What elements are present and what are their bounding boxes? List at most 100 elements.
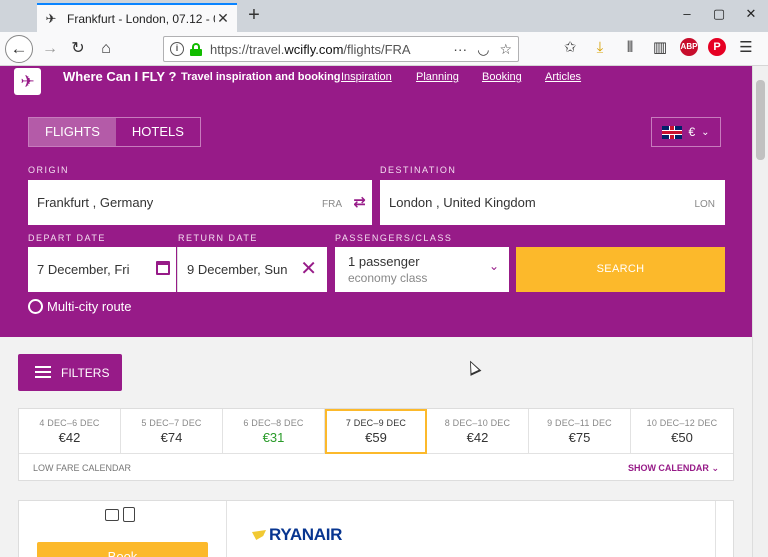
return-value: 9 December, Sun: [187, 262, 288, 277]
adblock-icon[interactable]: ABP: [680, 38, 698, 56]
route-icon: [28, 299, 43, 314]
fare-calendar: 4 DEC–6 DEC €42 5 DEC–7 DEC €74 6 DEC–8 …: [18, 408, 734, 481]
sliders-icon: [35, 366, 51, 379]
calendar-icon[interactable]: [156, 261, 170, 275]
nav-articles[interactable]: Articles: [545, 71, 581, 83]
return-date-field[interactable]: 9 December, Sun ✕: [177, 247, 327, 292]
close-window-button[interactable]: ✕: [742, 6, 760, 22]
mode-switch: FLIGHTS HOTELS: [28, 117, 201, 147]
origin-code: FRA: [322, 199, 342, 210]
destination-field[interactable]: London , United Kingdom LON: [380, 180, 725, 225]
fare-dates: 6 DEC–8 DEC: [243, 418, 304, 428]
browser-navbar: ← → ↻ ⌂ i https://travel.wcifly.com/flig…: [0, 32, 768, 66]
fare-price: €50: [671, 430, 693, 445]
class-value: economy class: [348, 271, 428, 285]
cabin-bag-icon: [105, 509, 119, 521]
back-arrow-icon[interactable]: ←: [5, 35, 33, 63]
fare-price: €74: [160, 430, 183, 445]
fare-cell[interactable]: 10 DEC–12 DEC €50: [631, 409, 733, 454]
passengers-field[interactable]: 1 passenger economy class ⌄: [335, 247, 509, 292]
airline-logo: RYANAIR: [252, 525, 342, 545]
chevron-down-icon: ⌄: [711, 463, 719, 473]
bookmark-star-icon[interactable]: ✩: [560, 38, 580, 56]
url-bar[interactable]: i https://travel.wcifly.com/flights/FRA …: [163, 36, 519, 62]
fare-price: €75: [568, 430, 591, 445]
site-brand[interactable]: Where Can I FLY ?: [63, 69, 176, 84]
destination-label: DESTINATION: [380, 165, 457, 175]
clear-x-icon[interactable]: ✕: [300, 256, 317, 281]
nav-inspiration[interactable]: Inspiration: [341, 71, 392, 83]
ryanair-harp-icon: [252, 530, 266, 540]
site-tagline: Travel inspiration and booking: [181, 71, 341, 83]
tab-hotels[interactable]: HOTELS: [116, 118, 200, 146]
origin-field[interactable]: Frankfurt , Germany FRA ⇄: [28, 180, 372, 225]
maximize-button[interactable]: ▢: [710, 6, 728, 22]
pinterest-icon[interactable]: P: [708, 38, 726, 56]
chevron-down-icon: ⌄: [488, 259, 499, 273]
reload-icon[interactable]: ↻: [66, 37, 90, 61]
window-controls: – ▢ ✕: [678, 6, 760, 22]
fare-price: €59: [365, 430, 387, 445]
destination-value: London , United Kingdom: [389, 195, 536, 210]
site-logo-icon[interactable]: ✈: [14, 68, 41, 95]
fare-cell[interactable]: 6 DEC–8 DEC €31: [223, 409, 325, 454]
lock-icon[interactable]: [190, 42, 202, 56]
flight-result-card: Book RYANAIR: [18, 500, 734, 557]
star-icon[interactable]: ☆: [499, 41, 512, 58]
menu-icon[interactable]: ☰: [736, 38, 756, 56]
fare-dates: 9 DEC–11 DEC: [547, 418, 612, 428]
nav-planning[interactable]: Planning: [416, 71, 459, 83]
info-icon[interactable]: i: [170, 42, 184, 56]
depart-value: 7 December, Fri: [37, 262, 129, 277]
pocket-icon[interactable]: ◡: [477, 41, 489, 58]
filters-button[interactable]: FILTERS: [18, 354, 122, 391]
plane-icon: ✈: [45, 10, 57, 26]
fare-cell-selected[interactable]: 7 DEC–9 DEC €59: [325, 409, 427, 454]
book-button[interactable]: Book: [37, 542, 208, 557]
fare-cell[interactable]: 9 DEC–11 DEC €75: [529, 409, 631, 454]
depart-date-field[interactable]: 7 December, Fri: [28, 247, 176, 292]
fare-dates: 5 DEC–7 DEC: [141, 418, 202, 428]
home-icon[interactable]: ⌂: [94, 37, 118, 61]
fare-cell[interactable]: 5 DEC–7 DEC €74: [121, 409, 223, 454]
toolbar-right: ✩ ⤓ ⫴ ▥ ABP P ☰: [560, 38, 756, 56]
multicity-link[interactable]: Multi-city route: [28, 299, 132, 314]
fare-price: €42: [466, 430, 489, 445]
mouse-cursor-icon: [464, 358, 482, 376]
library-icon[interactable]: ⫴: [620, 39, 640, 56]
airline-name: RYANAIR: [269, 525, 343, 544]
checked-bag-icon: [123, 507, 135, 522]
download-icon[interactable]: ⤓: [590, 39, 610, 56]
multicity-label: Multi-city route: [47, 299, 132, 314]
fare-cell[interactable]: 8 DEC–10 DEC €42: [427, 409, 529, 454]
page-scrollbar[interactable]: [752, 66, 768, 557]
fare-dates: 10 DEC–12 DEC: [646, 418, 718, 428]
low-fare-calendar-label: LOW FARE CALENDAR: [33, 463, 132, 473]
more-actions-icon[interactable]: ···: [453, 41, 467, 58]
sidebar-icon[interactable]: ▥: [650, 38, 670, 56]
close-icon[interactable]: ✕: [215, 10, 231, 27]
nav-booking[interactable]: Booking: [482, 71, 522, 83]
fare-dates: 4 DEC–6 DEC: [39, 418, 100, 428]
forward-arrow-icon[interactable]: →: [38, 37, 62, 61]
browser-tab[interactable]: ✈ Frankfurt - London, 07.12 - 09.12 ✕: [37, 3, 237, 32]
url-text[interactable]: https://travel.wcifly.com/flights/FRA: [210, 42, 453, 57]
depart-label: DEPART DATE: [28, 233, 106, 243]
fare-dates: 8 DEC–10 DEC: [444, 418, 511, 428]
chevron-down-icon: ⌄: [701, 126, 710, 138]
new-tab-button[interactable]: +: [242, 4, 266, 28]
filters-label: FILTERS: [61, 365, 110, 380]
fare-dates: 7 DEC–9 DEC: [345, 418, 407, 428]
show-calendar-link[interactable]: SHOW CALENDAR ⌄: [628, 463, 719, 474]
currency-selector[interactable]: € ⌄: [651, 117, 721, 147]
origin-value: Frankfurt , Germany: [37, 195, 154, 210]
swap-icon[interactable]: ⇄: [353, 193, 366, 211]
fare-price: €31: [262, 430, 285, 445]
fare-cell[interactable]: 4 DEC–6 DEC €42: [19, 409, 121, 454]
return-label: RETURN DATE: [178, 233, 258, 243]
uk-flag-icon: [662, 125, 683, 139]
search-button[interactable]: SEARCH: [516, 247, 725, 292]
scrollbar-thumb[interactable]: [756, 80, 765, 160]
tab-flights[interactable]: FLIGHTS: [29, 118, 116, 146]
minimize-button[interactable]: –: [678, 6, 696, 22]
